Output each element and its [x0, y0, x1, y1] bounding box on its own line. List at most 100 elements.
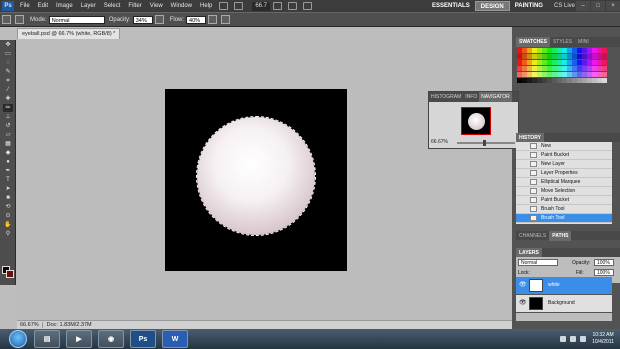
tab-histogram[interactable]: HISTOGRAM	[429, 92, 463, 102]
menu-filter[interactable]: Filter	[124, 0, 145, 12]
layer-row-background[interactable]: 👁 Background	[516, 295, 612, 312]
taskbar-explorer[interactable]: ▤	[34, 330, 60, 348]
color-swatch[interactable]	[602, 66, 607, 71]
minimize-icon[interactable]: –	[576, 1, 590, 11]
taskbar-firefox[interactable]: ◉	[98, 330, 124, 348]
color-swatch[interactable]	[602, 78, 607, 83]
tab-channels[interactable]: CHANNELS	[516, 231, 549, 241]
pressure-opacity-icon[interactable]	[154, 15, 164, 24]
color-swatch[interactable]	[602, 72, 607, 77]
tab-paths[interactable]: PATHS	[549, 230, 572, 241]
cs-live-button[interactable]: CS Live	[554, 3, 575, 9]
history-item[interactable]: Layer Properties	[516, 169, 612, 178]
type-tool-icon[interactable]: T	[3, 176, 13, 184]
eye-icon[interactable]: 👁	[519, 300, 527, 306]
opacity-field[interactable]: 34%	[132, 15, 153, 24]
healing-tool-icon[interactable]: ✚	[3, 95, 13, 103]
brush-tool-icon[interactable]: ✏	[3, 104, 13, 112]
mode-select[interactable]: Normal	[48, 15, 105, 24]
mini-bridge-icon[interactable]	[234, 2, 244, 10]
marquee-tool-icon[interactable]: ▭	[3, 50, 13, 58]
menu-window[interactable]: Window	[167, 0, 196, 12]
volume-icon[interactable]	[570, 336, 577, 342]
workspace-design[interactable]: DESIGN	[474, 1, 510, 11]
clone-stamp-tool-icon[interactable]: ⊥	[3, 113, 13, 121]
zoom-tool-icon[interactable]	[288, 2, 298, 10]
pen-tool-icon[interactable]: ✒	[3, 167, 13, 175]
blend-mode-select[interactable]: Normal	[518, 259, 558, 266]
maximize-icon[interactable]: □	[591, 1, 605, 11]
hand-tool-icon[interactable]	[273, 2, 283, 10]
history-item[interactable]: New Layer	[516, 160, 612, 169]
history-item[interactable]: Paint Bucket	[516, 151, 612, 160]
color-swatch[interactable]	[602, 48, 607, 53]
flow-field[interactable]: 40%	[186, 15, 207, 24]
document-canvas[interactable]	[165, 89, 347, 271]
arrange-documents-icon[interactable]	[303, 2, 313, 10]
workspace-painting[interactable]: PAINTING	[510, 1, 548, 11]
history-brush-tool-icon[interactable]: ↺	[3, 122, 13, 130]
fill-field[interactable]: 100%	[594, 269, 614, 276]
menu-view[interactable]: View	[146, 0, 167, 12]
history-item[interactable]: Paint Bucket	[516, 196, 612, 205]
move-tool-icon[interactable]: ✥	[3, 41, 13, 49]
tab-layers[interactable]: LAYERS	[516, 247, 542, 258]
bridge-icon[interactable]	[219, 2, 229, 10]
menu-select[interactable]: Select	[100, 0, 125, 12]
crop-tool-icon[interactable]: ⌗	[3, 77, 13, 85]
menu-layer[interactable]: Layer	[77, 0, 100, 12]
dodge-tool-icon[interactable]: ●	[3, 158, 13, 166]
blur-tool-icon[interactable]: ◆	[3, 149, 13, 157]
layer-row-white[interactable]: 👁 white	[516, 277, 612, 294]
start-button-icon[interactable]	[9, 330, 27, 348]
background-color-swatch[interactable]	[6, 270, 14, 278]
eyedropper-tool-icon[interactable]: ⁄	[3, 86, 13, 94]
history-item-active[interactable]: Brush Tool	[516, 214, 612, 223]
brush-preset-icon[interactable]	[2, 15, 11, 24]
taskbar-photoshop[interactable]: Ps	[130, 330, 156, 348]
color-swatch[interactable]	[602, 60, 607, 65]
tab-styles[interactable]: STYLES	[550, 37, 575, 47]
tab-navigator[interactable]: NAVIGATOR	[479, 92, 512, 102]
layer-opacity-field[interactable]: 100%	[594, 259, 614, 266]
workspace-essentials[interactable]: ESSENTIALS	[427, 1, 475, 11]
path-select-tool-icon[interactable]: ➤	[3, 185, 13, 193]
menu-help[interactable]: Help	[196, 0, 216, 12]
navigator-zoom-field[interactable]: 66.67%	[431, 139, 448, 145]
color-swatch[interactable]	[602, 54, 607, 59]
gradient-tool-icon[interactable]: ▦	[3, 140, 13, 148]
zoom-tool-icon[interactable]: ⚲	[3, 230, 13, 238]
zoom-status[interactable]: 66.67%	[17, 322, 43, 328]
network-icon[interactable]	[560, 336, 567, 342]
navigator-zoom-slider[interactable]	[457, 140, 515, 146]
hand-tool-icon[interactable]: ✋	[3, 221, 13, 229]
eraser-tool-icon[interactable]: ▱	[3, 131, 13, 139]
navigator-zoom-knob[interactable]	[483, 140, 486, 146]
pressure-size-icon[interactable]	[221, 15, 231, 24]
history-item[interactable]: Move Selection	[516, 187, 612, 196]
eye-icon[interactable]: 👁	[519, 282, 527, 288]
brush-panel-icon[interactable]	[15, 15, 24, 24]
airbrush-icon[interactable]	[208, 15, 218, 24]
shape-tool-icon[interactable]: ■	[3, 194, 13, 202]
3d-rotate-tool-icon[interactable]: ⟲	[3, 203, 13, 211]
close-icon[interactable]: ×	[606, 1, 620, 11]
menu-image[interactable]: Image	[52, 0, 77, 12]
menu-edit[interactable]: Edit	[34, 0, 52, 12]
taskbar-media-player[interactable]: ▶	[66, 330, 92, 348]
document-tab[interactable]: eyeball.psd @ 66.7% (white, RGB/8) *	[17, 28, 121, 39]
tab-history[interactable]: HISTORY	[516, 132, 544, 143]
history-item[interactable]: Elliptical Marquee	[516, 178, 612, 187]
history-item[interactable]: Brush Tool	[516, 205, 612, 214]
navigator-thumbnail[interactable]	[461, 107, 491, 135]
menu-file[interactable]: File	[16, 0, 34, 12]
history-item[interactable]: New	[516, 142, 612, 151]
lasso-tool-icon[interactable]: ◌	[3, 59, 13, 67]
tab-mini[interactable]: MINI	[575, 37, 592, 47]
zoom-level-field[interactable]: 66.7	[252, 1, 271, 11]
3d-orbit-tool-icon[interactable]: ⊙	[3, 212, 13, 220]
clock[interactable]: 10:32 AM 10/4/2011	[592, 332, 614, 346]
quick-select-tool-icon[interactable]: ✎	[3, 68, 13, 76]
flag-icon[interactable]	[580, 336, 587, 342]
tab-swatches[interactable]: SWATCHES	[516, 37, 550, 47]
